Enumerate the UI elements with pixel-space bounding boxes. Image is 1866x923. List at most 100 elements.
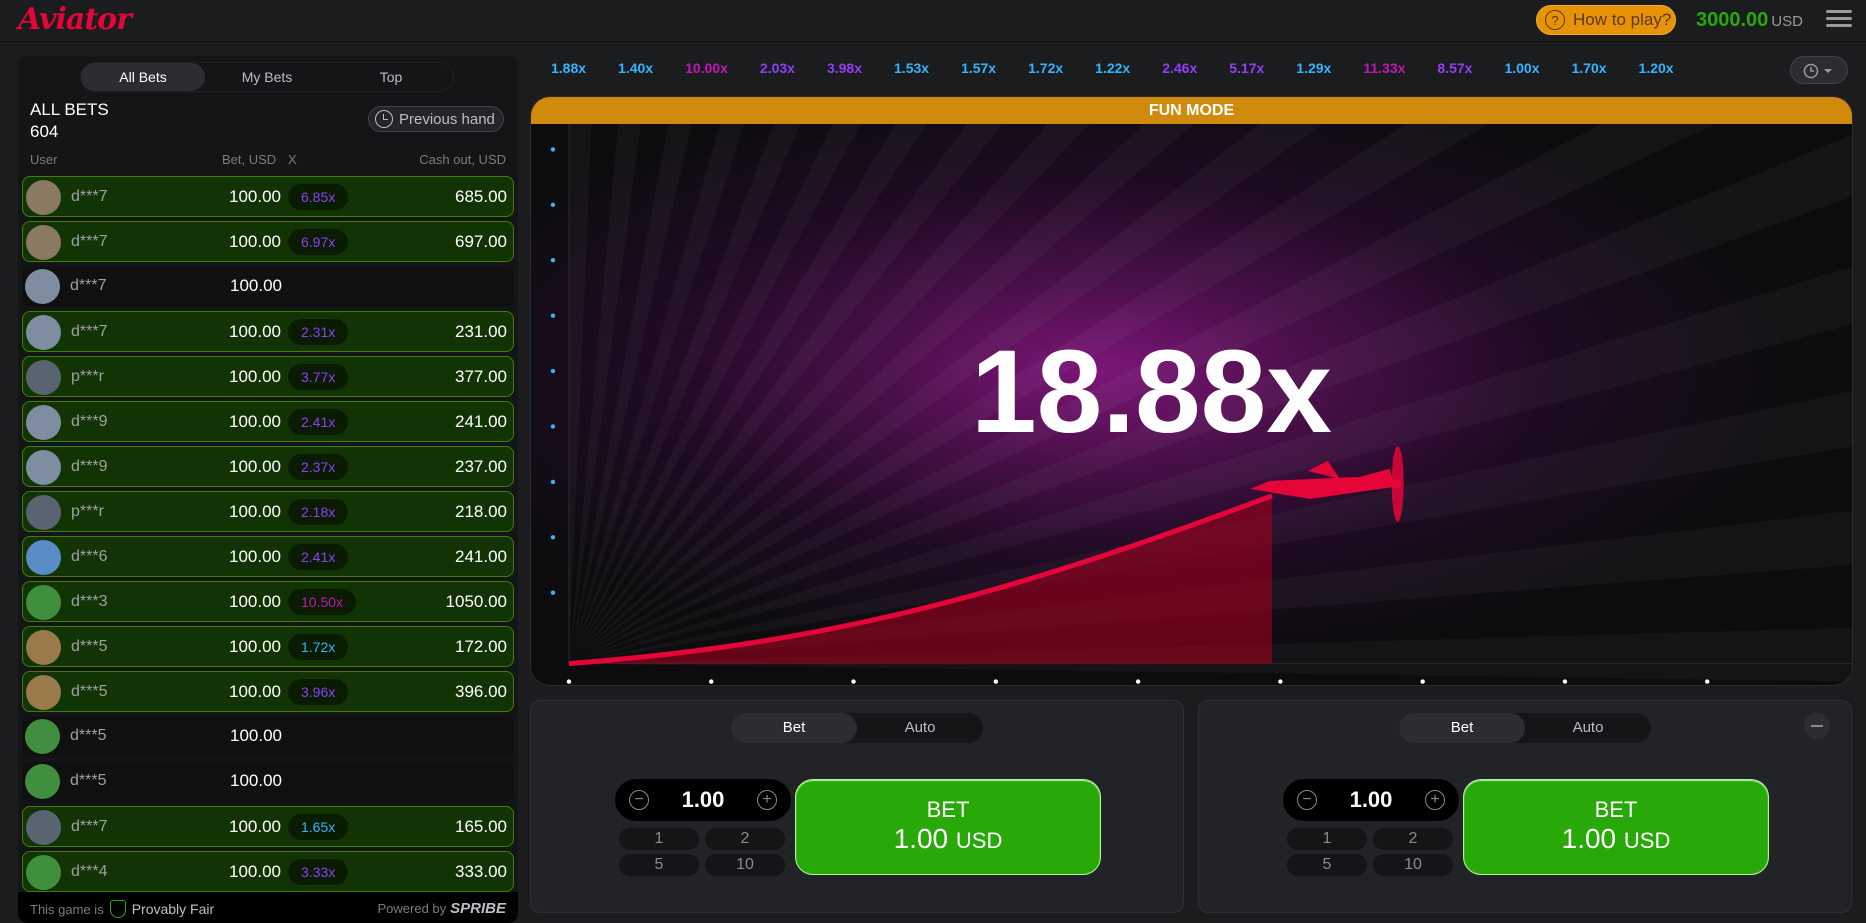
bet-amount-stepper: − 1.00 +: [615, 779, 791, 821]
history-multiplier-chip[interactable]: 2.46x: [1151, 56, 1209, 80]
quick-amount-2[interactable]: 2: [1373, 828, 1453, 850]
quick-amount-5[interactable]: 5: [619, 854, 699, 876]
history-multiplier-chip[interactable]: 1.00x: [1493, 56, 1551, 80]
shield-check-icon: [109, 900, 126, 918]
bet-user: d***6: [71, 548, 108, 565]
all-bets-title: ALL BETS: [30, 100, 109, 119]
history-multiplier-chip[interactable]: 1.72x: [1017, 56, 1075, 80]
bet-user: d***5: [71, 638, 108, 655]
bet-multiplier: 3.33x: [288, 859, 349, 885]
history-multiplier-chip[interactable]: 1.40x: [607, 56, 665, 80]
bet-row: d***9 100.00 2.41x 241.00: [22, 401, 514, 442]
history-multiplier-chip[interactable]: 1.20x: [1627, 56, 1685, 80]
aviator-logo[interactable]: Aviator: [18, 2, 132, 37]
bet-multiplier: 3.77x: [288, 364, 349, 390]
multiplier-history: 1.88x 1.40x 10.00x 2.03x 3.98x 1.53x 1.57x 1.72…: [540, 56, 1790, 82]
history-multiplier-chip[interactable]: 1.88x: [540, 56, 598, 80]
bet-multiplier: 1.72x: [288, 634, 349, 660]
increase-icon[interactable]: +: [1425, 790, 1445, 810]
previous-hand-label: Previous hand: [399, 110, 495, 128]
bet-cashout: 172.00: [455, 637, 507, 656]
history-multiplier-chip[interactable]: 10.00x: [674, 56, 739, 80]
bet-button[interactable]: BET 1.00 USD: [795, 779, 1101, 875]
hamburger-menu-icon[interactable]: [1826, 10, 1852, 30]
bet-amount: 100.00: [229, 232, 281, 251]
current-multiplier: 18.88x: [971, 326, 1332, 458]
history-multiplier-chip[interactable]: 5.17x: [1218, 56, 1276, 80]
tab-my-bets[interactable]: My Bets: [205, 63, 329, 91]
bet-cashout: 377.00: [455, 367, 507, 386]
bet-row: d***5 100.00 3.96x 396.00: [22, 671, 514, 712]
bet-row: d***7 100.00 6.85x 685.00: [22, 176, 514, 217]
tab-top[interactable]: Top: [329, 63, 453, 91]
bet-row: d***5 100.00 1.72x 172.00: [22, 626, 514, 667]
history-multiplier-chip[interactable]: 8.57x: [1426, 56, 1484, 80]
bet-mode-tabs: Bet Auto: [1399, 713, 1651, 743]
hand-avatar: [26, 180, 61, 215]
clover-avatar: [26, 855, 61, 890]
history-multiplier-chip[interactable]: 2.03x: [748, 56, 806, 80]
bet-user: d***5: [71, 683, 108, 700]
tab-auto[interactable]: Auto: [1525, 713, 1651, 743]
bets-tabs: All Bets My Bets Top: [80, 62, 454, 92]
how-to-play-label: How to play?: [1573, 10, 1672, 29]
previous-hand-button[interactable]: Previous hand: [368, 106, 504, 132]
history-multiplier-chip[interactable]: 1.53x: [883, 56, 941, 80]
history-multiplier-chip[interactable]: 1.70x: [1560, 56, 1618, 80]
history-multiplier-chip[interactable]: 1.57x: [950, 56, 1008, 80]
coin-avatar: [25, 269, 60, 304]
bet-amount: 100.00: [229, 547, 281, 566]
fun-mode-banner: FUN MODE: [531, 97, 1852, 124]
bets-list: d***7 100.00 6.85x 685.00 d***7 100.00 6.97x 69…: [22, 176, 514, 896]
bet-mode-tabs: Bet Auto: [731, 713, 983, 743]
col-bet: Bet, USD: [222, 152, 277, 167]
history-multiplier-chip[interactable]: 1.29x: [1285, 56, 1343, 80]
quick-amount-5[interactable]: 5: [1287, 854, 1367, 876]
bet-multiplier: 1.65x: [288, 814, 349, 840]
bet-multiplier: 2.37x: [288, 454, 349, 480]
bet-panel-1: Bet Auto − 1.00 + 1 2 5 10 BET 1.00 USD: [530, 700, 1184, 913]
history-multiplier-chip[interactable]: 11.33x: [1352, 56, 1417, 80]
quick-amount-2[interactable]: 2: [705, 828, 785, 850]
bet-row: d***7 100.00 2.31x 231.00: [22, 311, 514, 352]
provably-fair-link[interactable]: This game is Provably Fair: [30, 900, 214, 918]
bet-row: d***9 100.00 2.37x 237.00: [22, 446, 514, 487]
bet-user: d***9: [71, 413, 108, 430]
quick-amount-1[interactable]: 1: [1287, 828, 1367, 850]
history-toggle-button[interactable]: [1790, 56, 1848, 84]
lion-avatar: [26, 630, 61, 665]
tab-bet[interactable]: Bet: [731, 713, 857, 743]
history-multiplier-chip[interactable]: 3.98x: [815, 56, 874, 80]
bet-multiplier: 10.50x: [288, 589, 357, 615]
bet-amount: 100.00: [229, 322, 281, 341]
bet-cashout: 231.00: [455, 322, 507, 341]
bet-row: p***r 100.00 2.18x 218.00: [22, 491, 514, 532]
tab-all-bets[interactable]: All Bets: [81, 63, 205, 91]
balance-amount: 3000.00: [1696, 9, 1769, 31]
bet-amount-stepper: − 1.00 +: [1283, 779, 1459, 821]
bet-button[interactable]: BET 1.00 USD: [1463, 779, 1769, 875]
tab-bet[interactable]: Bet: [1399, 713, 1525, 743]
bet-user: d***5: [70, 772, 107, 789]
quick-amount-10[interactable]: 10: [1373, 854, 1453, 876]
bet-amount: 100.00: [229, 862, 281, 881]
quick-amount-10[interactable]: 10: [705, 854, 785, 876]
remove-panel-button[interactable]: [1804, 713, 1830, 739]
bet-multiplier: 3.96x: [288, 679, 349, 705]
tab-auto[interactable]: Auto: [857, 713, 983, 743]
quick-amount-1[interactable]: 1: [619, 828, 699, 850]
bet-cashout: 697.00: [455, 232, 507, 251]
bet-multiplier: 2.18x: [288, 499, 349, 525]
hand-avatar: [26, 225, 61, 260]
bet-multiplier: 6.97x: [288, 229, 349, 255]
history-multiplier-chip[interactable]: 1.22x: [1084, 56, 1142, 80]
bet-user: d***9: [71, 458, 108, 475]
bet-cashout: 685.00: [455, 187, 507, 206]
bet-button-currency: USD: [1623, 828, 1671, 853]
how-to-play-button[interactable]: ? How to play?: [1536, 5, 1676, 35]
bet-cashout: 241.00: [455, 547, 507, 566]
increase-icon[interactable]: +: [757, 790, 777, 810]
coin-avatar: [26, 405, 61, 440]
clover-avatar: [26, 585, 61, 620]
bet-amount: 100.00: [229, 187, 281, 206]
